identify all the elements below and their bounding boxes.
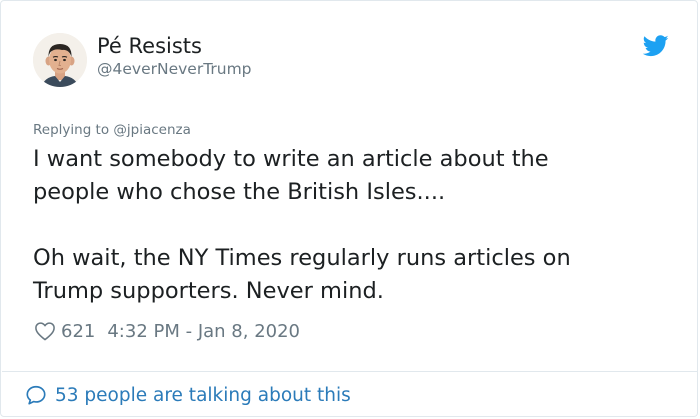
- tweet-meta: 621 4:32 PM - Jan 8, 2020: [34, 318, 300, 344]
- user-handle[interactable]: @4everNeverTrump: [97, 59, 252, 79]
- replying-to[interactable]: Replying to @jpiacenza: [33, 121, 191, 139]
- display-name[interactable]: Pé Resists: [97, 33, 202, 59]
- speech-bubble-icon: [26, 385, 46, 405]
- conversation-link-label: 53 people are talking about this: [55, 384, 351, 406]
- conversation-link[interactable]: 53 people are talking about this: [25, 382, 351, 408]
- tweet-text-line: Trump supporters. Never mind.: [33, 278, 384, 304]
- like-count[interactable]: 621: [61, 321, 95, 342]
- twitter-bird-icon-svg: [642, 35, 669, 57]
- tweet-text: I want somebody to write an article abou…: [33, 143, 673, 308]
- tweet-card: Pé Resists @4everNeverTrump Replying to …: [0, 0, 698, 417]
- heart-outline-icon[interactable]: [34, 321, 56, 341]
- twitter-bird-icon[interactable]: [642, 35, 669, 57]
- tweet-timestamp[interactable]: 4:32 PM - Jan 8, 2020: [107, 321, 300, 342]
- divider: [2, 371, 698, 372]
- tweet-text-line: I want somebody to write an article abou…: [33, 146, 549, 172]
- tweet-text-line: Oh wait, the NY Times regularly runs art…: [33, 245, 571, 271]
- avatar[interactable]: [33, 33, 87, 87]
- tweet-text-line: people who chose the British Isles....: [33, 179, 446, 205]
- avatar-icon: [33, 33, 87, 87]
